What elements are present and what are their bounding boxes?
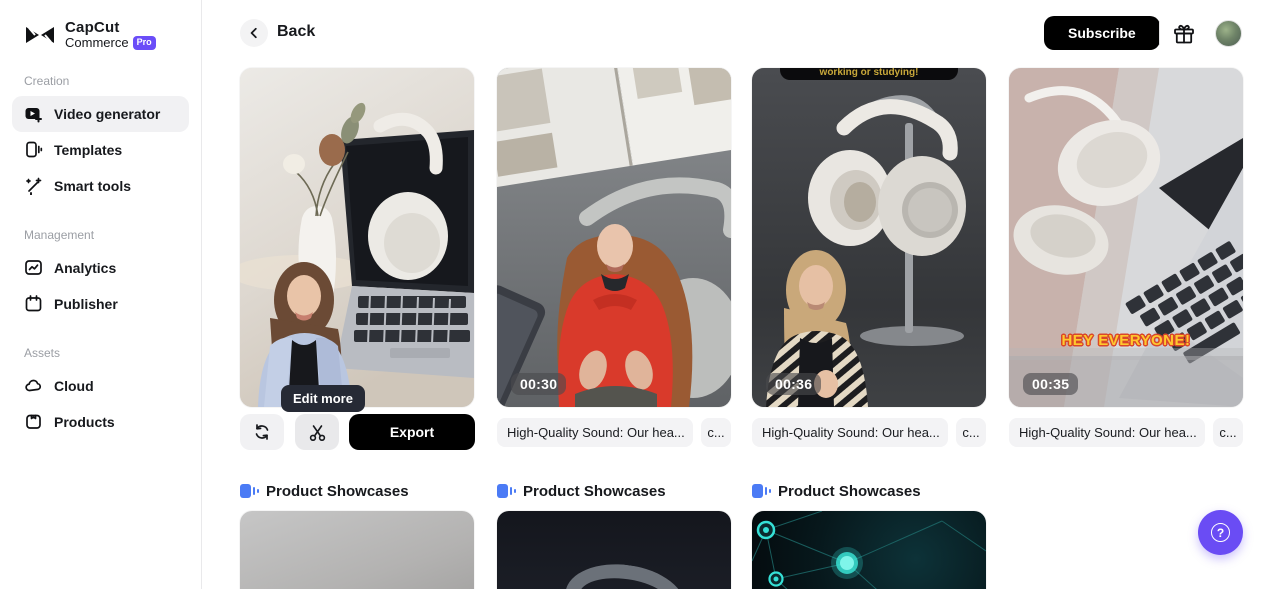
video-card-4[interactable]: HEY EVERYONE! 00:35: [1009, 68, 1243, 407]
capcut-logo-icon: [26, 26, 54, 43]
video-card-3[interactable]: working or studying! 00:36: [752, 68, 986, 407]
gift-button[interactable]: [1171, 21, 1197, 47]
analytics-icon: [25, 260, 42, 275]
edit-cut-button[interactable]: [295, 414, 339, 450]
sidebar-item-templates[interactable]: Templates: [12, 132, 189, 168]
sidebar-item-label: Publisher: [54, 295, 118, 312]
pro-badge: Pro: [132, 35, 156, 50]
showcase-icon: [240, 483, 259, 499]
sidebar-item-label: Templates: [54, 141, 123, 158]
sidebar-item-label: Smart tools: [54, 177, 132, 194]
logo-name-bottom: Commerce: [65, 34, 129, 50]
duration-badge: 00:35: [1023, 373, 1079, 395]
showcase-heading-label: Product Showcases: [778, 482, 921, 500]
gift-icon: [1174, 24, 1194, 44]
magic-wand-icon: [26, 177, 42, 196]
main-content: Back Subscribe Edit more Export 00:30 Hi…: [202, 0, 1280, 589]
caption-pill[interactable]: High-Quality Sound: Our hea...: [1009, 418, 1205, 447]
headphone-silhouette: [560, 556, 690, 589]
sidebar-item-products[interactable]: Products: [12, 404, 189, 440]
logo-name-top: CapCut: [65, 19, 120, 36]
showcase-heading-label: Product Showcases: [266, 482, 409, 500]
showcase-thumb-3[interactable]: [752, 511, 986, 589]
regenerate-button[interactable]: [240, 414, 284, 450]
plexus-graphic: [752, 511, 986, 589]
sidebar-item-cloud[interactable]: Cloud: [12, 368, 189, 404]
duration-badge: 00:30: [511, 373, 567, 395]
section-label-management: Management: [24, 227, 95, 242]
sidebar-item-publisher[interactable]: Publisher: [12, 286, 189, 322]
caption-pill[interactable]: High-Quality Sound: Our hea...: [497, 418, 693, 447]
capcut-logo[interactable]: CapCut Commerce Pro: [0, 0, 201, 50]
sidebar-item-label: Analytics: [54, 259, 117, 276]
templates-icon: [26, 141, 43, 158]
showcase-icon: [752, 483, 771, 499]
video-preview-headphones-desk: [240, 68, 474, 407]
help-icon: ?: [1211, 523, 1230, 542]
showcase-thumb-2[interactable]: [497, 511, 731, 589]
back-label: Back: [277, 23, 316, 40]
topbar-divider: [1159, 21, 1160, 45]
showcase-thumb-1[interactable]: [240, 511, 474, 589]
showcase-icon: [497, 483, 516, 499]
showcase-heading-3: Product Showcases: [752, 480, 921, 502]
video-text-overlay: HEY EVERYONE!: [1061, 332, 1191, 349]
back-button[interactable]: [240, 19, 268, 47]
video-card-1[interactable]: [240, 68, 474, 407]
subscribe-button[interactable]: Subscribe: [1044, 16, 1160, 50]
sidebar-item-label: Cloud: [54, 377, 94, 394]
sidebar-item-analytics[interactable]: Analytics: [12, 250, 189, 286]
showcase-heading-label: Product Showcases: [523, 482, 666, 500]
showcase-heading-2: Product Showcases: [497, 480, 666, 502]
chevron-left-icon: [250, 27, 257, 39]
section-label-assets: Assets: [24, 345, 61, 360]
products-box-icon: [26, 414, 41, 429]
tag-pill[interactable]: c...: [1213, 418, 1243, 447]
video-subtitle-text: working or studying!: [819, 68, 919, 78]
video-preview-headphones-stand: [752, 68, 986, 407]
sidebar-item-video-generator[interactable]: Video generator: [12, 95, 189, 132]
export-button[interactable]: Export: [349, 414, 475, 450]
sidebar: CapCut Commerce Pro Creation Video gener…: [0, 0, 202, 589]
video-preview-desk-overhead: [1009, 68, 1243, 407]
sidebar-item-label: Products: [54, 413, 115, 430]
video-subtitle-bar: working or studying!: [780, 68, 958, 80]
refresh-icon: [255, 424, 269, 440]
help-button[interactable]: ?: [1198, 510, 1243, 555]
caption-pill[interactable]: High-Quality Sound: Our hea...: [752, 418, 948, 447]
video-generator-icon: [25, 108, 42, 123]
scissors-icon: [309, 424, 325, 441]
showcase-heading-1: Product Showcases: [240, 480, 409, 502]
video-preview-presenter-red-hoodie: [497, 68, 731, 407]
sidebar-item-label: Video generator: [54, 105, 161, 122]
edit-more-tooltip: Edit more: [281, 385, 365, 412]
app-window: CapCut Commerce Pro Creation Video gener…: [0, 0, 1280, 589]
tag-pill[interactable]: c...: [956, 418, 986, 447]
sidebar-item-smart-tools[interactable]: Smart tools: [12, 168, 189, 204]
tag-pill[interactable]: c...: [701, 418, 731, 447]
cloud-icon: [25, 379, 42, 392]
user-avatar[interactable]: [1215, 20, 1242, 47]
duration-badge: 00:36: [766, 373, 822, 395]
calendar-icon: [25, 295, 42, 312]
video-card-2[interactable]: 00:30: [497, 68, 731, 407]
section-label-creation: Creation: [24, 73, 70, 88]
